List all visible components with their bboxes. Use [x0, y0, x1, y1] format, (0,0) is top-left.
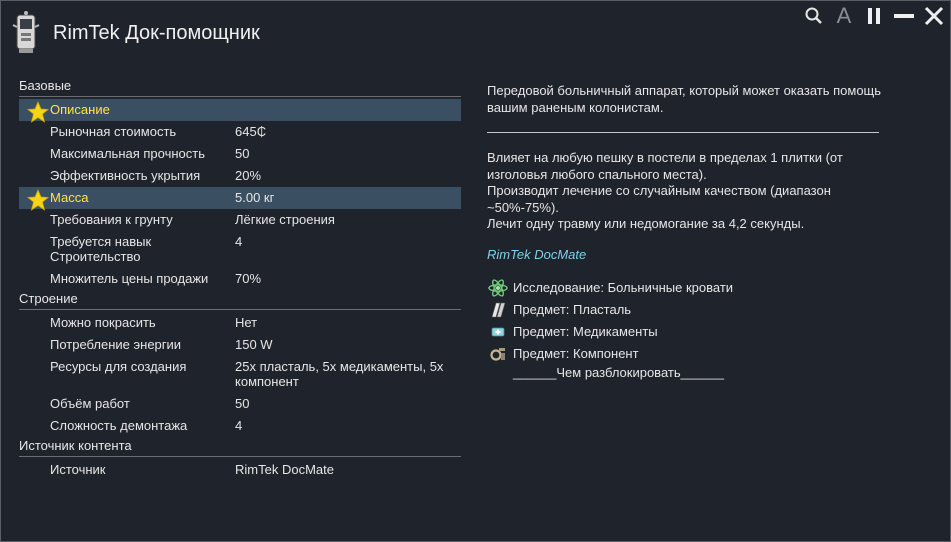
effect-text: Лечит одну травму или недомогание за 4,2… — [487, 216, 805, 231]
stat-value: 645₵ — [235, 124, 267, 139]
minimize-icon[interactable] — [892, 4, 916, 28]
close-icon[interactable] — [922, 4, 946, 28]
effects-list: Влияет на любую пешку в постели в предел… — [487, 150, 887, 233]
stat-row-terrain[interactable]: Требования к грунту Лёгкие строения — [19, 209, 461, 231]
stat-value: 150 W — [235, 337, 273, 352]
stat-value — [235, 102, 461, 117]
stat-value: 4 — [235, 418, 243, 433]
stat-label: Требования к грунту — [50, 212, 173, 227]
docmate-device-icon — [9, 9, 43, 55]
research-atom-icon — [487, 279, 509, 297]
stat-row-paintable[interactable]: Можно покрасить Нет — [19, 312, 461, 334]
effect-text: Влияет на любую пешку в постели в предел… — [487, 150, 843, 182]
text-size-icon[interactable]: A — [832, 3, 856, 28]
star-icon — [27, 101, 49, 123]
stat-row-description[interactable]: Описание — [19, 99, 461, 123]
section-header-source: Источник контента — [19, 437, 461, 457]
stat-label: Требуется навык Строительство — [50, 234, 152, 264]
requirement-text: Предмет: Компонент — [513, 345, 639, 361]
window-title: RimTek Док-помощник — [53, 22, 260, 44]
stat-row-cost[interactable]: Ресурсы для создания 25x пласталь, 5x ме… — [19, 356, 461, 393]
stat-value: 50 — [235, 146, 250, 161]
stat-value: Нет — [235, 315, 258, 330]
stat-label: Потребление энергии — [50, 337, 182, 352]
stat-row-power[interactable]: Потребление энергии 150 W — [19, 334, 461, 356]
stat-row-deconstruct[interactable]: Сложность демонтажа 4 — [19, 415, 461, 437]
stat-label: Сложность демонтажа — [50, 418, 188, 433]
stat-row-max-hp[interactable]: Максимальная прочность 50 — [19, 143, 461, 165]
window-controls: A — [802, 3, 946, 28]
requirement-text: Предмет: Медикаменты — [513, 323, 658, 339]
requirement-item[interactable]: Предмет: Пласталь — [487, 299, 887, 321]
stat-label: Множитель цены продажи — [50, 271, 209, 286]
requirement-item[interactable]: Предмет: Медикаменты — [487, 321, 887, 343]
stat-label: Максимальная прочность — [50, 146, 206, 161]
stat-label: Описание — [50, 102, 110, 117]
stat-value: 5.00 кг — [235, 190, 275, 205]
stat-row-cover[interactable]: Эффективность укрытия 20% — [19, 165, 461, 187]
stats-panel: Базовые Описание Рыночная стоимость 645₵… — [19, 77, 461, 481]
stat-value: 50 — [235, 396, 250, 411]
pause-icon[interactable] — [862, 4, 886, 28]
section-header-basic: Базовые — [19, 77, 461, 97]
stat-value: 70% — [235, 271, 262, 286]
stat-row-sell-price[interactable]: Множитель цены продажи 70% — [19, 268, 461, 290]
stat-value: Лёгкие строения — [235, 212, 335, 227]
requirement-text: Исследование: Больничные кровати — [513, 279, 734, 295]
star-icon — [27, 189, 49, 211]
stat-label: Масса — [50, 190, 89, 205]
stat-label: Источник — [50, 462, 106, 477]
docmate-window: RimTek Док-помощник A Базовые Описание Р… — [0, 0, 951, 542]
stat-row-mass[interactable]: Масса 5.00 кг — [19, 187, 461, 211]
stat-label: Эффективность укрытия — [50, 168, 201, 183]
description-intro: Передовой больничный аппарат, который мо… — [487, 83, 882, 115]
requirement-item[interactable]: Предмет: Компонент — [487, 343, 887, 365]
stat-label: Ресурсы для создания — [50, 359, 187, 374]
stat-label: Объём работ — [50, 396, 130, 411]
section-header-building: Строение — [19, 290, 461, 310]
search-icon[interactable] — [802, 4, 826, 28]
divider — [487, 132, 879, 133]
description-panel: Передовой больничный аппарат, который мо… — [487, 83, 887, 382]
stat-value: 25x пласталь, 5x медикаменты, 5x компоне… — [235, 359, 444, 389]
requirement-item[interactable]: Исследование: Больничные кровати — [487, 277, 887, 299]
component-icon — [487, 345, 509, 363]
stat-row-construction-skill[interactable]: Требуется навык Строительство 4 — [19, 231, 461, 268]
stat-value: 20% — [235, 168, 262, 183]
stat-value: RimTek DocMate — [235, 462, 334, 477]
stat-row-market-value[interactable]: Рыночная стоимость 645₵ — [19, 121, 461, 143]
stat-value: 4 — [235, 234, 243, 249]
stat-row-source[interactable]: Источник RimTek DocMate — [19, 459, 461, 481]
unlocks-heading: ______Чем разблокировать______ — [513, 365, 724, 380]
stat-label: Можно покрасить — [50, 315, 156, 330]
mod-source-link[interactable]: RimTek DocMate — [487, 247, 887, 264]
effect-text: Производит лечение со случайным качество… — [487, 183, 831, 215]
requirements-list: Исследование: Больничные кровати Предмет… — [487, 277, 887, 382]
stat-label: Рыночная стоимость — [50, 124, 177, 139]
plasteel-icon — [487, 301, 509, 319]
medicine-icon — [487, 323, 509, 341]
requirement-text: Предмет: Пласталь — [513, 301, 632, 317]
stat-row-work[interactable]: Объём работ 50 — [19, 393, 461, 415]
